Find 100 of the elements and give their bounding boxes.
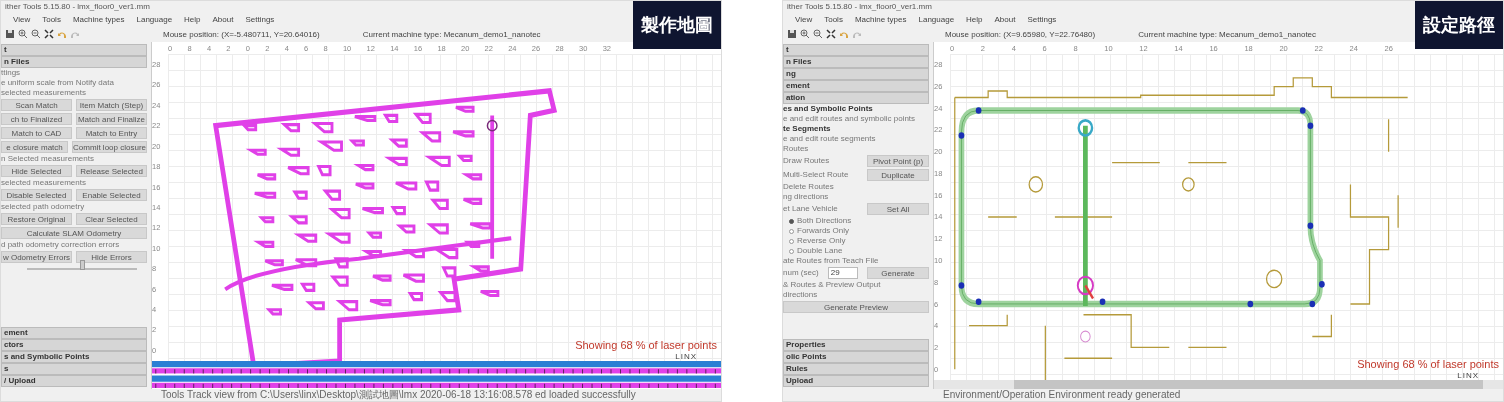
action-button[interactable]: Hide Errors: [76, 251, 147, 263]
sidebar-text: Routes: [783, 144, 810, 154]
section-header[interactable]: olic Points: [783, 351, 929, 363]
section-header[interactable]: ctors: [1, 339, 147, 351]
fit-view-icon[interactable]: [826, 29, 836, 39]
action-button[interactable]: Commit loop closure: [72, 141, 147, 153]
section-header[interactable]: t: [1, 44, 147, 56]
machine-type: Current machine type: Mecanum_demo1_nanotec: [1138, 29, 1317, 39]
action-button[interactable]: Match to CAD: [1, 127, 72, 139]
section-header[interactable]: ng: [783, 68, 929, 80]
save-icon[interactable]: [5, 29, 15, 39]
logo-text: LINX: [1457, 371, 1479, 380]
action-button[interactable]: Set All: [867, 203, 929, 215]
menu-item[interactable]: Settings: [245, 15, 275, 24]
menu-item[interactable]: View: [13, 15, 31, 24]
zoom-in-icon[interactable]: [18, 29, 28, 39]
menu-item[interactable]: View: [795, 15, 813, 24]
action-button[interactable]: e closure match: [1, 141, 69, 153]
menu-item[interactable]: Help: [184, 15, 201, 24]
laser-status: Showing 68 % of laser points: [575, 339, 717, 351]
action-button[interactable]: Match to Entry: [76, 127, 147, 139]
number-field[interactable]: 29: [827, 267, 858, 279]
action-button[interactable]: ch to Finalized: [1, 113, 72, 125]
status-text: Tools Track view from C:\Users\linx\Desktop\測試地圖\lmx 2020-06-18 13:16:08.578 ed loaded successfully: [160, 389, 637, 401]
caption-label: 製作地圖: [633, 1, 721, 49]
menu-item[interactable]: Help: [966, 15, 983, 24]
menu-item[interactable]: Tools: [42, 15, 61, 24]
action-button[interactable]: Calculate SLAM Odometry: [1, 227, 147, 239]
caption-label: 設定路徑: [1415, 1, 1503, 49]
section-header[interactable]: Rules: [783, 363, 929, 375]
scrollbar[interactable]: [1014, 380, 1483, 389]
sidebar-text: directions: [783, 290, 819, 300]
radio-label[interactable]: Both Directions: [797, 216, 852, 226]
sidebar-text: e and edit routes and symbolic points: [783, 114, 917, 124]
sidebar-text: d path odometry correction errors: [1, 240, 121, 250]
sidebar-text: ttings: [1, 68, 22, 78]
action-button[interactable]: Generate: [867, 267, 929, 279]
section-header[interactable]: s: [1, 363, 147, 375]
slider-thumb[interactable]: [80, 260, 85, 270]
option-label[interactable]: Multi-Select Route: [783, 170, 849, 180]
sidebar-text: e and edit route segments: [783, 134, 877, 144]
zoom-in-icon[interactable]: [800, 29, 810, 39]
menu-item[interactable]: Tools: [824, 15, 843, 24]
action-button[interactable]: Item Match (Step): [76, 99, 147, 111]
section-header[interactable]: ement: [1, 327, 147, 339]
action-button[interactable]: Duplicate: [867, 169, 929, 181]
menu-item[interactable]: Language: [136, 15, 173, 24]
menu-item[interactable]: About: [212, 15, 234, 24]
sidebar-text: Delete Routes: [783, 182, 835, 192]
section-header[interactable]: Properties: [783, 339, 929, 351]
menu-item[interactable]: About: [994, 15, 1016, 24]
menu-item[interactable]: Settings: [1027, 15, 1057, 24]
section-header[interactable]: ation: [783, 92, 929, 104]
radio-button[interactable]: [789, 228, 794, 234]
section-header[interactable]: s and Symbolic Points: [1, 351, 147, 363]
mouse-position: Mouse position: (X=9.65980, Y=22.76480): [945, 29, 1096, 39]
machine-type: Current machine type: Mecanum_demo1_nanotec: [362, 29, 541, 39]
section-header[interactable]: ement: [783, 80, 929, 92]
radio-label[interactable]: Forwards Only: [797, 226, 849, 236]
menu-item[interactable]: Language: [918, 15, 955, 24]
radio-label[interactable]: Double Lane: [797, 246, 843, 256]
sidebar-text: ate Routes from Teach File: [783, 256, 880, 266]
section-header[interactable]: t: [783, 44, 929, 56]
sidebar-text: & Routes & Preview Output: [783, 280, 882, 290]
action-button[interactable]: Disable Selected: [1, 189, 72, 201]
sidebar-text: selected measurements: [1, 178, 87, 188]
logo-text: LINX: [675, 352, 697, 361]
option-label[interactable]: Draw Routes: [783, 156, 830, 166]
radio-button[interactable]: [789, 238, 794, 244]
section-header[interactable]: / Upload: [1, 375, 147, 387]
zoom-out-icon[interactable]: [31, 29, 41, 39]
section-header[interactable]: Upload: [783, 375, 929, 387]
radio-button[interactable]: [789, 218, 794, 224]
menu-item[interactable]: Machine types: [72, 15, 125, 24]
action-button[interactable]: Pivot Point (p): [867, 155, 929, 167]
radio-label[interactable]: Reverse Only: [797, 236, 846, 246]
action-button[interactable]: Generate Preview: [783, 301, 929, 313]
laser-status: Showing 68 % of laser points: [1357, 358, 1499, 370]
save-icon[interactable]: [787, 29, 797, 39]
sidebar-text: e uniform scale from Notify data: [1, 78, 115, 88]
action-button[interactable]: Scan Match: [1, 99, 72, 111]
fit-view-icon[interactable]: [44, 29, 54, 39]
action-button[interactable]: Enable Selected: [76, 189, 147, 201]
sidebar-text: selected measurements: [1, 88, 87, 98]
action-button[interactable]: Hide Selected: [1, 165, 72, 177]
sidebar-text: selected path odometry: [1, 202, 86, 212]
menu-item[interactable]: Machine types: [854, 15, 907, 24]
radio-button[interactable]: [789, 248, 794, 254]
section-title: te Segments: [783, 124, 832, 134]
action-button[interactable]: Restore Original: [1, 213, 72, 225]
section-header[interactable]: n Files: [783, 56, 929, 68]
action-button[interactable]: Match and Finalize: [76, 113, 147, 125]
sidebar-text: ng directions: [783, 192, 830, 202]
window-title: ither Tools 5.15.80 - lmx_floor0_ver1.mm: [4, 1, 151, 13]
action-button[interactable]: w Odometry Errors: [1, 251, 72, 263]
option-label[interactable]: et Lane Vehicle: [783, 204, 838, 214]
zoom-out-icon[interactable]: [813, 29, 823, 39]
action-button[interactable]: Clear Selected: [76, 213, 147, 225]
section-header[interactable]: n Files: [1, 56, 147, 68]
action-button[interactable]: Release Selected: [76, 165, 147, 177]
